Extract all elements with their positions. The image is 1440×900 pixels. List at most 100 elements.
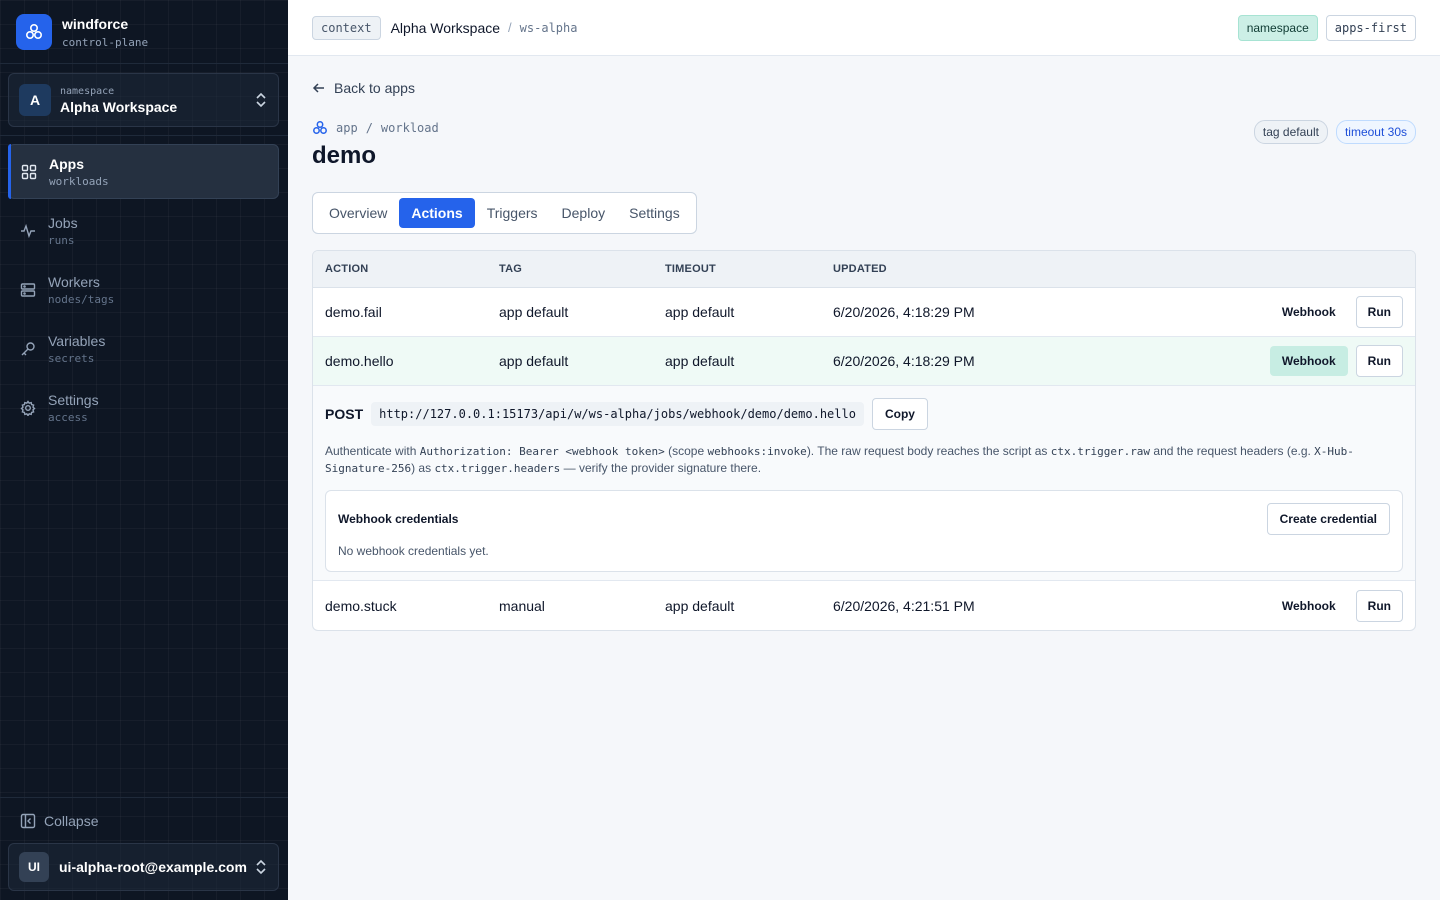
timeout-badge: timeout 30s	[1335, 120, 1416, 144]
brand-name: windforce	[62, 15, 129, 32]
action-tag: app default	[499, 353, 569, 369]
context-chip: context	[312, 15, 381, 40]
action-timeout: app default	[665, 353, 735, 369]
breadcrumb-separator: /	[365, 121, 373, 135]
sidebar-item-sublabel: runs	[48, 233, 75, 247]
context-workspace-id: ws-alpha	[519, 20, 578, 35]
auth-note-text: Authenticate with	[325, 444, 420, 458]
auth-note-code: ctx.trigger.headers	[434, 462, 561, 475]
run-button[interactable]: Run	[1355, 345, 1403, 377]
webhook-credentials-box: Webhook credentials No webhook credentia…	[325, 490, 1403, 572]
run-button[interactable]: Run	[1355, 589, 1403, 622]
sidebar-item-sublabel: workloads	[49, 174, 109, 188]
page-title: demo	[312, 142, 377, 169]
auth-note-text: ). The raw request body reaches the scri…	[806, 444, 1051, 458]
sidebar: windforce control-plane A namespace Alph…	[0, 0, 288, 900]
chevron-updown-icon	[256, 92, 266, 108]
action-tag: app default	[499, 304, 569, 320]
namespace-label: namespace	[60, 85, 115, 97]
sidebar-item-label: Apps	[49, 155, 84, 172]
context-separator: /	[508, 20, 512, 35]
action-name: demo.stuck	[325, 597, 397, 614]
action-updated: 6/20/2026, 4:18:29 PM	[833, 304, 975, 320]
sidebar-item-label: Variables	[48, 332, 106, 349]
sidebar-item-settings[interactable]: Settings access	[8, 380, 279, 435]
sidebar-item-variables[interactable]: Variables secrets	[8, 321, 279, 376]
arrow-left-icon	[312, 83, 324, 93]
auth-note-text: (scope	[664, 444, 708, 458]
user-email: ui-alpha-root@example.com	[59, 859, 247, 875]
chevron-updown-icon	[256, 859, 266, 875]
top-bar: context Alpha Workspace / ws-alpha names…	[288, 0, 1440, 56]
sidebar-item-apps[interactable]: Apps workloads	[8, 144, 279, 199]
webhook-auth-note: Authenticate with Authorization: Bearer …	[325, 443, 1403, 477]
webhook-url[interactable]: http://127.0.0.1:15173/api/w/ws-alpha/jo…	[371, 402, 864, 426]
brand-subtitle: control-plane	[62, 35, 149, 49]
tab-triggers[interactable]: Triggers	[475, 198, 550, 228]
action-updated: 6/20/2026, 4:21:51 PM	[833, 597, 975, 614]
actions-table: ACTION TAG TIMEOUT UPDATED demo.fail app…	[312, 250, 1416, 631]
app-tags: tag default timeout 30s	[1253, 120, 1416, 144]
action-tag: manual	[499, 597, 545, 614]
auth-note-code: Authorization: Bearer <webhook token>	[419, 445, 665, 458]
webhook-button[interactable]: Webhook	[1269, 346, 1348, 376]
namespace-name: Alpha Workspace	[60, 98, 178, 115]
create-credential-button[interactable]: Create credential	[1266, 503, 1390, 535]
tag-default-badge: tag default	[1253, 120, 1328, 144]
auth-note-code: ctx.trigger.raw	[1050, 445, 1151, 458]
tab-overview[interactable]: Overview	[317, 198, 399, 228]
credentials-empty-state: No webhook credentials yet.	[338, 544, 489, 558]
sidebar-divider	[0, 135, 288, 136]
sidebar-item-sublabel: nodes/tags	[48, 292, 115, 306]
apps-first-pill[interactable]: apps-first	[1325, 14, 1416, 41]
sidebar-item-label: Settings	[48, 391, 99, 408]
back-to-apps-link[interactable]: Back to apps	[312, 80, 415, 96]
context-workspace[interactable]: Alpha Workspace	[391, 20, 500, 36]
avatar: UI	[19, 852, 49, 882]
table-row: demo.fail app default app default 6/20/2…	[313, 288, 1415, 337]
brand[interactable]: windforce control-plane	[16, 14, 148, 50]
namespace-avatar: A	[19, 84, 51, 116]
table-row: demo.hello app default app default 6/20/…	[313, 337, 1415, 386]
tab-deploy[interactable]: Deploy	[550, 198, 618, 228]
webhook-button[interactable]: Webhook	[1270, 297, 1348, 327]
sidebar-nav: Apps workloads Jobs runs Workers nodes/t…	[8, 144, 279, 439]
server-icon	[20, 282, 36, 297]
sidebar-item-label: Workers	[48, 273, 100, 290]
auth-note-code: webhooks:invoke	[707, 445, 807, 458]
app-icon	[313, 121, 327, 134]
copy-url-button[interactable]: Copy	[871, 398, 928, 430]
webhook-button[interactable]: Webhook	[1270, 591, 1348, 621]
namespace-mode-pill[interactable]: namespace	[1237, 14, 1318, 41]
action-updated: 6/20/2026, 4:18:29 PM	[833, 353, 975, 369]
tab-settings[interactable]: Settings	[617, 198, 692, 228]
column-header-timeout: TIMEOUT	[665, 263, 716, 275]
action-timeout: app default	[665, 597, 735, 614]
column-header-tag: TAG	[499, 263, 523, 275]
sidebar-item-label: Jobs	[48, 214, 78, 231]
grid-icon	[21, 164, 37, 179]
collapse-button[interactable]: Collapse	[20, 813, 98, 829]
auth-note-text: — verify the provider signature there.	[560, 461, 762, 475]
tab-actions[interactable]: Actions	[399, 198, 475, 228]
user-menu[interactable]: UI ui-alpha-root@example.com	[8, 843, 279, 891]
breadcrumb: app / workload	[312, 120, 439, 136]
sidebar-item-sublabel: secrets	[48, 351, 95, 365]
sidebar-divider	[0, 63, 288, 64]
sidebar-item-jobs[interactable]: Jobs runs	[8, 203, 279, 258]
sidebar-item-workers[interactable]: Workers nodes/tags	[8, 262, 279, 317]
breadcrumb-app: app	[336, 121, 358, 135]
action-name: demo.fail	[325, 304, 382, 320]
run-button[interactable]: Run	[1355, 296, 1403, 328]
column-header-action: ACTION	[325, 263, 369, 275]
credentials-title: Webhook credentials	[338, 512, 459, 526]
brand-logo-icon	[16, 14, 52, 50]
collapse-icon	[20, 813, 36, 829]
action-name: demo.hello	[325, 353, 394, 369]
auth-note-text: ) as	[411, 461, 435, 475]
activity-icon	[21, 223, 35, 238]
webhook-panel: POST http://127.0.0.1:15173/api/w/ws-alp…	[313, 386, 1415, 581]
table-row: demo.stuck manual app default 6/20/2026,…	[313, 581, 1415, 630]
back-label: Back to apps	[334, 80, 415, 96]
namespace-switcher[interactable]: A namespace Alpha Workspace	[8, 73, 279, 127]
